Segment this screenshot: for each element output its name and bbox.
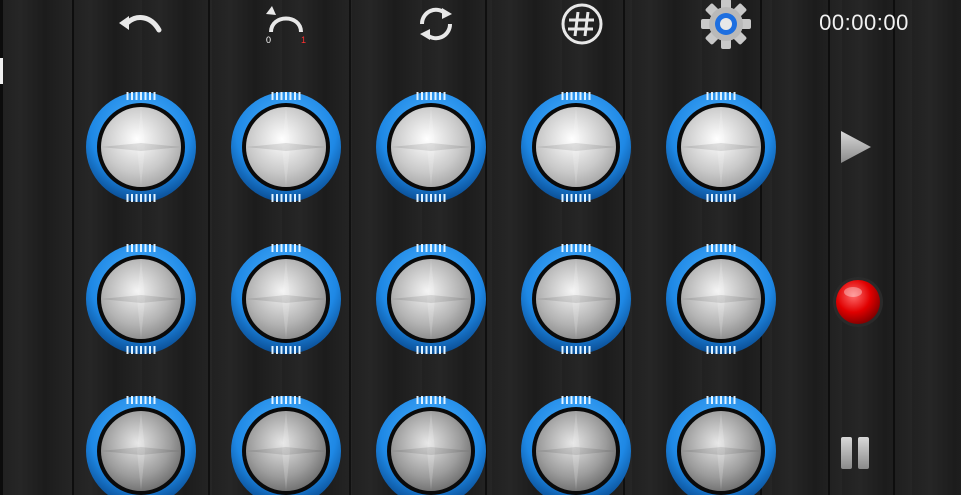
pad-knob-8[interactable]: [375, 243, 487, 355]
pad-knob-7[interactable]: [230, 243, 342, 355]
play-icon: [841, 131, 871, 163]
knob-graphic: [666, 396, 776, 495]
knob-graphic: [521, 396, 631, 495]
loop-counter-icon: 0 1: [266, 6, 306, 45]
gear-icon: [701, 0, 751, 49]
knob-graphic: [521, 244, 631, 354]
record-button[interactable]: [831, 275, 885, 329]
knob-graphic: [86, 244, 196, 354]
pad-knob-4[interactable]: [520, 91, 632, 203]
pad-knob-10[interactable]: [665, 243, 777, 355]
grid-button[interactable]: [554, 0, 610, 48]
pad-knob-12[interactable]: [230, 395, 342, 495]
hash-icon: [561, 3, 603, 45]
pause-button[interactable]: [832, 430, 878, 476]
play-button[interactable]: [832, 124, 878, 170]
knob-graphic: [376, 396, 486, 495]
knob-graphic: [231, 92, 341, 202]
refresh-button[interactable]: [408, 0, 464, 48]
loop-button[interactable]: 0 1: [258, 0, 314, 48]
undo-arrow-icon: [119, 15, 162, 33]
pad-knob-6[interactable]: [85, 243, 197, 355]
pad-knob-1[interactable]: [85, 91, 197, 203]
wood-plank-divider: [72, 0, 74, 495]
wood-plank-divider: [208, 0, 210, 495]
app-screen: 0 1 00:00:00: [0, 0, 961, 495]
wood-plank-divider: [349, 0, 351, 495]
pad-knob-13[interactable]: [375, 395, 487, 495]
knob-graphic: [231, 244, 341, 354]
loop-start-label: 0: [266, 35, 271, 45]
pad-knob-11[interactable]: [85, 395, 197, 495]
wood-plank-divider: [893, 0, 895, 495]
knob-graphic: [376, 92, 486, 202]
knob-graphic: [666, 92, 776, 202]
pad-knob-2[interactable]: [230, 91, 342, 203]
refresh-icon: [419, 7, 453, 41]
knob-graphic: [376, 244, 486, 354]
pause-icon: [841, 437, 869, 469]
settings-button[interactable]: [698, 0, 754, 49]
pad-knob-3[interactable]: [375, 91, 487, 203]
knob-graphic: [231, 396, 341, 495]
pad-knob-9[interactable]: [520, 243, 632, 355]
undo-button[interactable]: [112, 0, 168, 48]
knob-graphic: [521, 92, 631, 202]
wood-plank-divider: [828, 0, 830, 495]
pad-knob-14[interactable]: [520, 395, 632, 495]
left-edge-marker: [0, 58, 3, 84]
pad-knob-15[interactable]: [665, 395, 777, 495]
knob-graphic: [86, 396, 196, 495]
elapsed-timer: 00:00:00: [819, 10, 909, 35]
knob-graphic: [666, 244, 776, 354]
knob-graphic: [86, 92, 196, 202]
loop-end-label: 1: [301, 35, 306, 45]
record-icon: [833, 277, 883, 327]
pad-knob-5[interactable]: [665, 91, 777, 203]
